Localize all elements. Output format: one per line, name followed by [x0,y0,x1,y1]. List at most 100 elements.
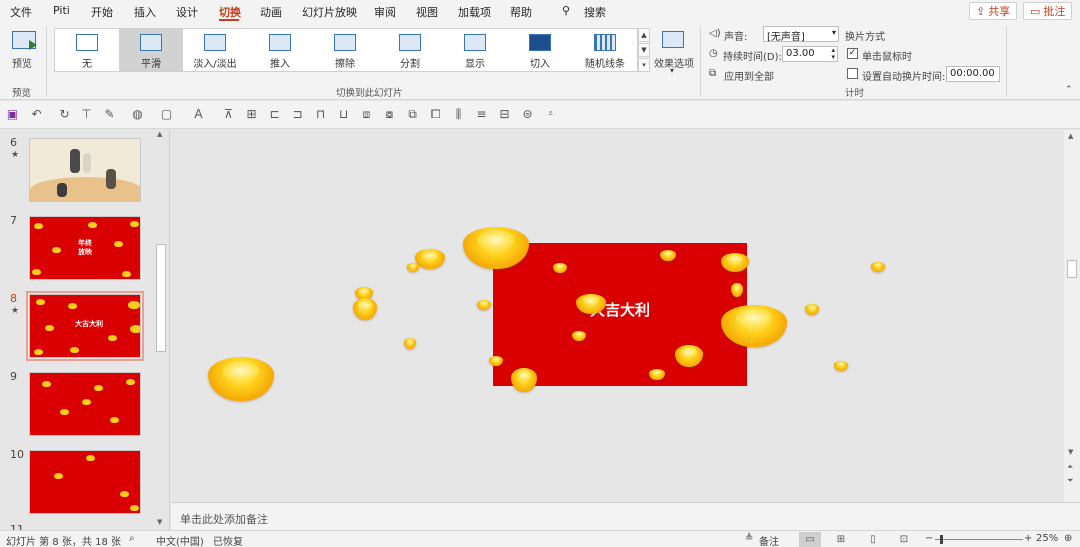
zoom-in-icon[interactable]: + [1024,533,1032,544]
notes-placeholder[interactable]: 单击此处添加备注 [180,511,268,527]
gold-ingot-image[interactable] [353,298,377,320]
undo-icon[interactable]: ↶ [30,108,43,121]
on-click-checkbox[interactable]: ✓ [847,48,858,59]
next-slide-icon[interactable]: ⏷ [1067,476,1073,486]
distribute-vertical-icon[interactable]: ≡ [475,108,488,121]
thumbnail-scrollbar[interactable]: ▲ ▼ [154,130,168,530]
transition-morph[interactable]: 平滑 [119,29,183,71]
effect-options-icon[interactable] [662,31,684,48]
menu-piti[interactable]: Piti [53,4,70,17]
transition-none[interactable]: 无 [55,29,119,71]
menu-addins[interactable]: 加载项 [458,4,491,20]
gold-ingot-image[interactable] [511,368,537,392]
transition-random-bars[interactable]: 随机线条 [573,29,637,71]
gold-ingot-image[interactable] [477,300,491,310]
format-painter-icon[interactable]: ⊤ [80,108,93,121]
menu-home[interactable]: 开始 [91,4,113,20]
reading-view-icon[interactable]: ▯ [862,532,884,547]
gold-ingot-image[interactable] [871,262,885,272]
slide-sorter-icon[interactable]: ⊞ [830,532,852,547]
search-label[interactable]: 搜索 [584,4,606,20]
shape-outline-icon[interactable]: ▢ [160,108,173,121]
auto-after-checkbox[interactable] [847,68,858,79]
slide-thumbnail-7[interactable]: 年终 放映 [29,216,141,280]
align-left-icon[interactable]: ⊏ [268,108,281,121]
arrange-icon[interactable]: ⊟ [498,108,511,121]
bring-forward-icon[interactable]: ⧉ [406,108,419,121]
spinner-icon[interactable]: ▴ ▾ [831,47,835,61]
gold-ingot-image[interactable] [415,249,445,269]
slide-title[interactable]: 大吉大利 [493,299,747,320]
chevron-down-icon[interactable]: ▾ [670,66,674,75]
scroll-down-icon[interactable]: ▼ [157,518,162,526]
transition-wipe[interactable]: 擦除 [313,29,377,71]
sound-dropdown[interactable]: [无声音] ▾ [763,26,839,43]
gold-ingot-image[interactable] [805,304,819,315]
gallery-scroll-down[interactable]: ▼ [638,43,650,57]
zoom-level[interactable]: 25% [1036,533,1058,544]
normal-view-icon[interactable]: ▭ [799,532,821,547]
align-bottom-icon[interactable]: ⊔ [337,108,350,121]
current-slide[interactable]: 大吉大利 [493,243,747,386]
save-icon[interactable]: ▣ [6,108,19,121]
gold-ingot-image[interactable] [834,361,848,371]
slide-editing-area[interactable]: 大吉大利 [171,130,1064,502]
gold-ingot-image[interactable] [404,338,416,349]
fit-to-window-icon[interactable]: ⊕ [1064,533,1072,544]
pen-icon[interactable]: ✎ [103,108,116,121]
align-right-icon[interactable]: ⊓ [314,108,327,121]
menu-transitions[interactable]: 切换 [219,4,241,20]
align-top-icon[interactable]: ⊼ [222,108,235,121]
duration-input[interactable]: 03.00 ▴ ▾ [782,46,838,62]
zoom-slider[interactable] [935,539,1023,540]
gold-ingot-image[interactable] [407,263,419,272]
transition-cut[interactable]: 切入 [508,29,572,71]
scroll-thumb[interactable] [156,244,166,352]
accessibility-icon[interactable]: ⌕ [129,533,135,544]
text-box-icon[interactable]: A [192,108,205,121]
align-center-icon[interactable]: ⊐ [291,108,304,121]
language-indicator[interactable]: 中文(中国) [156,533,204,547]
rotate-icon[interactable]: ⊜ [521,108,534,121]
previous-slide-icon[interactable]: ⏶ [1067,462,1073,472]
customize-toolbar-icon[interactable]: ⩡ [544,108,557,121]
scroll-up-icon[interactable]: ▲ [1068,132,1073,140]
scroll-up-icon[interactable]: ▲ [157,130,162,138]
ungroup-icon[interactable]: ⧇ [383,108,396,121]
zoom-out-icon[interactable]: − [925,533,933,544]
notes-pane[interactable]: 单击此处添加备注 [171,502,1080,530]
slide-scrollbar[interactable]: ▲ ▼ ⏶ ⏷ [1064,130,1080,502]
auto-after-input[interactable]: 00:00.00 [946,66,1000,82]
menu-file[interactable]: 文件 [10,4,32,20]
scroll-down-icon[interactable]: ▼ [1068,448,1073,456]
collapse-ribbon-icon[interactable]: ⌃ [1065,85,1073,95]
menu-animations[interactable]: 动画 [260,4,282,20]
menu-help[interactable]: 帮助 [510,4,532,20]
menu-view[interactable]: 视图 [416,4,438,20]
gallery-expand[interactable]: ▾ [638,58,650,72]
scroll-thumb[interactable] [1067,260,1077,278]
notes-icon[interactable]: ≜ [745,533,753,544]
send-backward-icon[interactable]: ⧠ [429,108,442,121]
gold-ingot-image[interactable] [208,357,274,401]
menu-slideshow[interactable]: 幻灯片放映 [302,4,357,20]
group-icon[interactable]: ⧈ [360,108,373,121]
slide-thumbnail-6[interactable] [29,138,141,202]
transition-reveal[interactable]: 显示 [443,29,507,71]
transition-fade[interactable]: 淡入/淡出 [183,29,247,71]
share-button[interactable]: ⇪ 共享 [969,2,1018,20]
comment-button[interactable]: ▭ 批注 [1023,2,1073,20]
align-middle-icon[interactable]: ⊞ [245,108,258,121]
gold-ingot-image[interactable] [721,305,787,347]
menu-insert[interactable]: 插入 [134,4,156,20]
redo-icon[interactable]: ↻ [58,108,71,121]
transition-split[interactable]: 分割 [378,29,442,71]
notes-toggle-button[interactable]: 备注 [759,533,779,547]
menu-review[interactable]: 审阅 [374,4,396,20]
slide-thumbnail-8[interactable]: 大吉大利 [26,291,144,361]
slide-thumbnail-10[interactable] [29,450,141,514]
slideshow-icon[interactable]: ⊡ [893,532,915,547]
search-icon[interactable]: ⚲ [562,4,570,17]
menu-design[interactable]: 设计 [176,4,198,20]
preview-button[interactable]: 预览 [12,55,32,70]
